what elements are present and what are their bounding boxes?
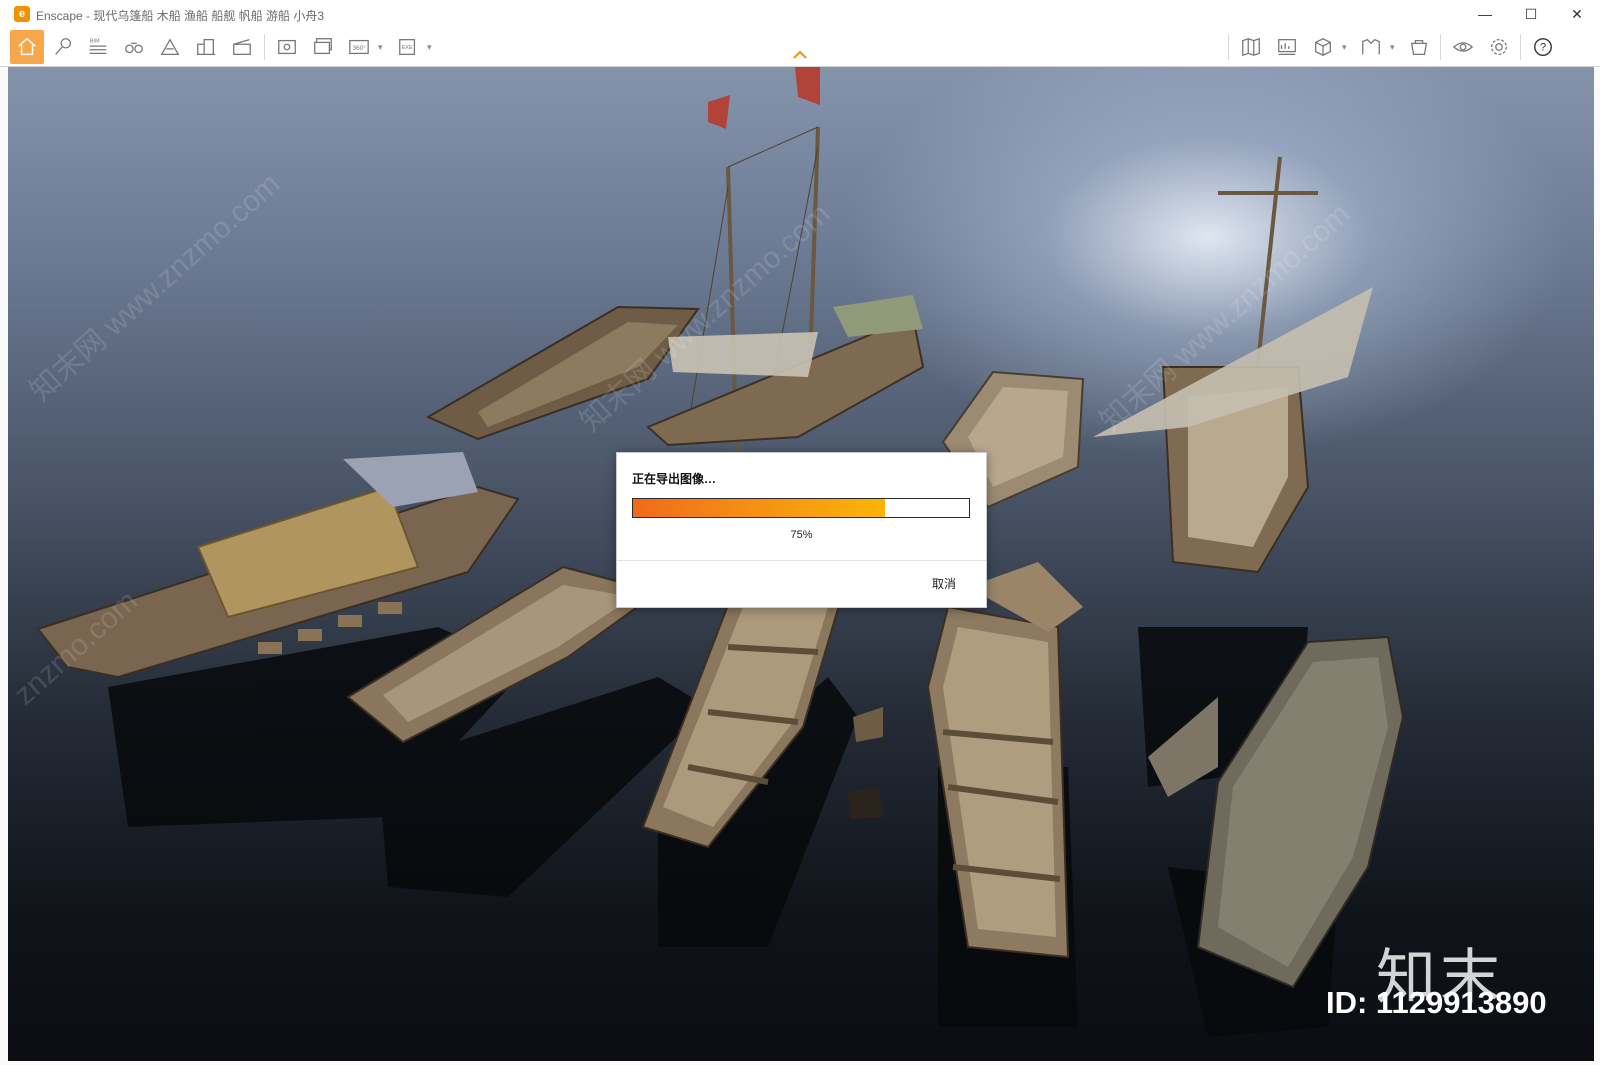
- progress-percent: 75%: [790, 529, 813, 541]
- terrain-button[interactable]: [155, 32, 185, 62]
- map-icon: [1242, 37, 1260, 57]
- enscape-logo-icon: e: [14, 6, 30, 22]
- vr-dropdown-chevron-icon[interactable]: ▾: [1390, 40, 1398, 54]
- clapper-icon: [233, 39, 251, 55]
- home-icon: [18, 37, 36, 56]
- cube-dropdown-chevron-icon[interactable]: ▾: [1342, 40, 1350, 54]
- vr-button[interactable]: [1356, 32, 1386, 62]
- batch-render-icon: [314, 38, 332, 55]
- export-dropdown-chevron-icon[interactable]: ▾: [427, 40, 435, 54]
- progress-fill: [633, 499, 885, 517]
- maximize-button[interactable]: ☐: [1508, 0, 1554, 28]
- pin-icon: [55, 38, 71, 55]
- toolbar-separator: [1228, 34, 1229, 60]
- cube-view-button[interactable]: [1308, 32, 1338, 62]
- help-icon: ?: [1534, 38, 1552, 56]
- video-editor-button[interactable]: [227, 32, 257, 62]
- minimize-button[interactable]: —: [1462, 0, 1508, 28]
- cube-icon: [1315, 38, 1331, 56]
- dialog-divider: [617, 560, 986, 561]
- export-exe-button[interactable]: EXE: [393, 32, 423, 62]
- svg-text:360°: 360°: [353, 44, 367, 52]
- visibility-button[interactable]: [1448, 32, 1478, 62]
- screenshot-icon: [278, 39, 296, 55]
- settings-gear-icon: [1491, 39, 1507, 55]
- buildings-icon: [196, 39, 216, 55]
- map-button[interactable]: [1236, 32, 1266, 62]
- toolbar-separator: [264, 34, 265, 60]
- dialog-title: 正在导出图像…: [632, 472, 717, 486]
- presentation-icon: [1278, 39, 1296, 55]
- pin-button[interactable]: [48, 32, 78, 62]
- vr-icon: [1362, 38, 1380, 55]
- binoculars-button[interactable]: [119, 32, 149, 62]
- binoculars-icon: [125, 42, 143, 54]
- panorama-button[interactable]: 360°: [344, 32, 374, 62]
- toolbar-separator: [1520, 34, 1521, 60]
- asset-library-button[interactable]: [1404, 32, 1434, 62]
- right-frame-strip: [1594, 67, 1600, 1061]
- help-button[interactable]: ?: [1528, 32, 1558, 62]
- buildings-button[interactable]: [191, 32, 221, 62]
- asset-library-icon: [1410, 39, 1428, 55]
- bim-button[interactable]: BIM: [83, 32, 113, 62]
- presentation-button[interactable]: [1272, 32, 1302, 62]
- export-exe-icon: EXE: [399, 39, 416, 55]
- flag-shape: [795, 67, 820, 105]
- main-toolbar: BIM 360° ▾ EXE ▾ ▾ ▾ ?: [0, 28, 1600, 67]
- cancel-button[interactable]: 取消: [917, 571, 971, 595]
- visibility-eye-icon: [1452, 42, 1474, 52]
- flag-shape: [708, 95, 730, 129]
- close-button[interactable]: ✕: [1554, 0, 1600, 28]
- screenshot-button[interactable]: [272, 32, 302, 62]
- toolbar-separator: [1440, 34, 1441, 60]
- settings-button[interactable]: [1484, 32, 1514, 62]
- collapse-toolbar-chevron-icon[interactable]: [792, 50, 808, 60]
- panorama-360-icon: 360°: [349, 39, 369, 55]
- bottom-frame-strip: [0, 1061, 1600, 1065]
- terrain-icon: [160, 38, 180, 55]
- export-progress-bar: [632, 498, 970, 518]
- bim-icon: BIM: [89, 38, 107, 55]
- svg-text:BIM: BIM: [90, 38, 100, 44]
- svg-text:?: ?: [1540, 42, 1546, 54]
- watermark-id: ID: 1129913890: [1326, 985, 1547, 1020]
- window-title: Enscape - 现代乌篷船 木船 渔船 船舰 帆船 游船 小舟3: [36, 9, 325, 23]
- export-progress-dialog: 正在导出图像… 75% 取消: [616, 452, 987, 608]
- svg-text:EXE: EXE: [402, 45, 413, 51]
- panorama-dropdown-chevron-icon[interactable]: ▾: [378, 40, 386, 54]
- batch-render-button[interactable]: [308, 32, 338, 62]
- home-button[interactable]: [10, 30, 44, 64]
- title-bar: e Enscape - 现代乌篷船 木船 渔船 船舰 帆船 游船 小舟3 — ☐…: [0, 0, 1600, 29]
